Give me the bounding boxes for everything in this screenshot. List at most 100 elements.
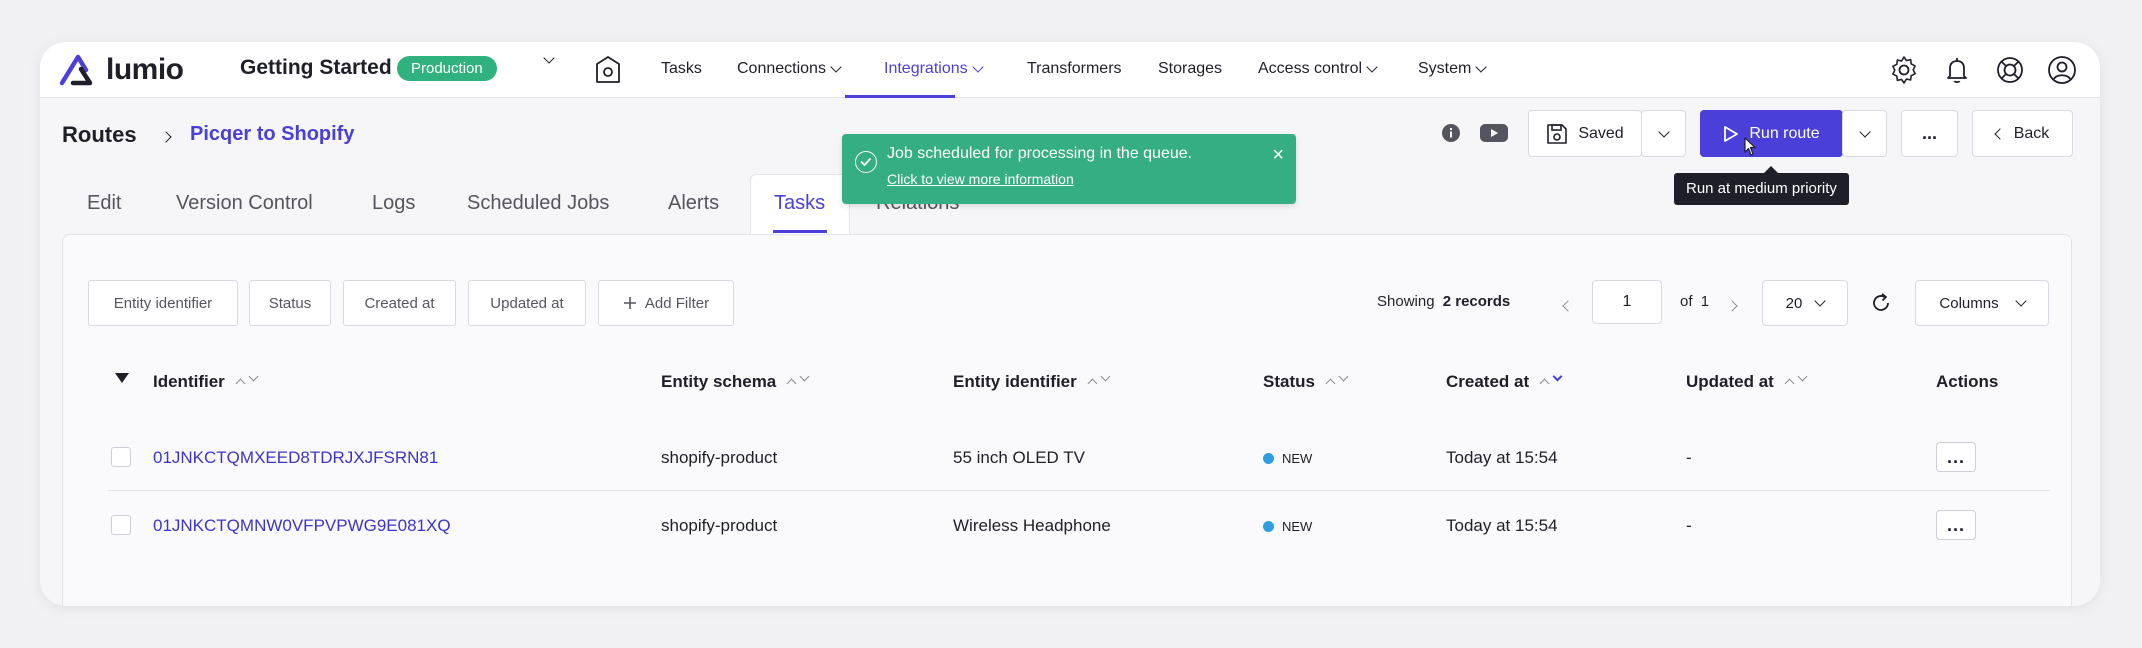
row-created-at: Today at 15:54 xyxy=(1446,448,1558,467)
per-page-select[interactable]: 20 xyxy=(1762,280,1848,326)
column-header-entity-identifier-label: Entity identifier xyxy=(953,372,1077,391)
row-checkbox[interactable] xyxy=(111,447,131,467)
sort-icon[interactable] xyxy=(1087,371,1111,389)
page-number-input[interactable]: 1 xyxy=(1592,280,1662,324)
breadcrumb-root[interactable]: Routes xyxy=(62,122,137,148)
saved-label: Saved xyxy=(1578,124,1624,142)
help-lifebuoy-icon[interactable] xyxy=(1994,54,2026,86)
saved-button[interactable]: Saved xyxy=(1528,110,1642,157)
row-actions-button[interactable]: ... xyxy=(1936,442,1976,472)
environment-title[interactable]: Getting Started xyxy=(240,56,392,80)
environment-badge[interactable]: Production xyxy=(397,56,497,81)
tab-scheduled-jobs[interactable]: Scheduled Jobs xyxy=(467,192,609,215)
toast-message: Job scheduled for processing in the queu… xyxy=(887,145,1193,162)
sort-icon[interactable] xyxy=(235,371,259,389)
nav-storages[interactable]: Storages xyxy=(1158,60,1222,78)
row-identifier-link[interactable]: 01JNKCTQMNW0VFPVPWG9E081XQ xyxy=(153,516,451,536)
more-actions-button[interactable]: ... xyxy=(1901,110,1958,157)
nav-system[interactable]: System xyxy=(1418,60,1488,78)
mouse-cursor-icon xyxy=(1744,137,1756,156)
nav-transformers[interactable]: Transformers xyxy=(1027,60,1122,78)
breadcrumb-separator-chevron-icon xyxy=(160,128,172,146)
column-header-identifier-label: Identifier xyxy=(153,372,225,391)
chevron-left-icon xyxy=(1994,127,2006,140)
tab-alerts[interactable]: Alerts xyxy=(668,192,719,215)
more-actions-ellipsis-icon: ... xyxy=(1921,123,1937,143)
add-filter-button[interactable]: Add Filter xyxy=(598,280,734,326)
column-header-entity-schema[interactable]: Entity schema xyxy=(661,371,810,392)
alumio-logo-mark-icon xyxy=(60,54,93,86)
nav-access-control-label: Access control xyxy=(1258,60,1363,77)
save-options-dropdown-button[interactable] xyxy=(1641,110,1686,157)
logo-text: lumio xyxy=(106,53,184,86)
sort-icon[interactable] xyxy=(1325,371,1349,389)
records-count: Showing 2 records xyxy=(1377,293,1510,310)
run-options-dropdown-button[interactable] xyxy=(1842,110,1887,157)
run-route-button[interactable]: Run route xyxy=(1700,110,1843,157)
nav-transformers-label: Transformers xyxy=(1027,60,1122,77)
gear-icon[interactable] xyxy=(1888,54,1920,86)
row-identifier-link[interactable]: 01JNKCTQMXEED8TDRJXJFSRN81 xyxy=(153,448,438,468)
ellipsis-icon: ... xyxy=(1946,515,1965,535)
bell-icon[interactable] xyxy=(1941,54,1973,86)
nav-tasks[interactable]: Tasks xyxy=(661,60,702,78)
row-status-badge: NEW xyxy=(1263,451,1312,466)
row-entity-schema: shopify-product xyxy=(661,448,778,467)
next-page-chevron-icon[interactable] xyxy=(1726,297,1738,315)
close-icon[interactable]: × xyxy=(1272,144,1284,167)
column-header-entity-identifier[interactable]: Entity identifier xyxy=(953,371,1111,392)
nav-integrations-label: Integrations xyxy=(884,60,968,77)
filter-entity-identifier[interactable]: Entity identifier xyxy=(88,280,238,326)
column-header-created-at[interactable]: Created at xyxy=(1446,371,1563,392)
sort-icon[interactable] xyxy=(786,371,810,389)
row-status-label: NEW xyxy=(1282,519,1313,534)
row-divider xyxy=(108,490,2050,491)
row-actions-button[interactable]: ... xyxy=(1936,510,1976,540)
youtube-video-icon[interactable] xyxy=(1480,123,1508,143)
nav-access-control[interactable]: Access control xyxy=(1258,60,1378,78)
refresh-icon[interactable] xyxy=(1870,292,1892,314)
nav-system-label: System xyxy=(1418,60,1472,77)
row-status-label: NEW xyxy=(1282,451,1313,466)
nav-integrations[interactable]: Integrations xyxy=(884,60,984,78)
tab-tasks[interactable]: Tasks xyxy=(774,192,825,215)
filter-updated-at[interactable]: Updated at xyxy=(468,280,586,326)
user-avatar-icon[interactable] xyxy=(2046,54,2078,86)
chevron-down-icon xyxy=(1657,125,1670,138)
back-button[interactable]: Back xyxy=(1972,110,2073,157)
column-header-created-at-label: Created at xyxy=(1446,372,1530,391)
back-label: Back xyxy=(2013,124,2050,142)
column-header-identifier[interactable]: Identifier xyxy=(153,371,259,392)
info-icon[interactable] xyxy=(1441,123,1461,143)
filter-created-at[interactable]: Created at xyxy=(343,280,456,326)
toast-details-link[interactable]: Click to view more information xyxy=(887,171,1074,187)
active-tab-indicator xyxy=(773,230,827,233)
nav-connections-label: Connections xyxy=(737,60,826,77)
previous-page-chevron-icon[interactable] xyxy=(1562,297,1574,315)
tab-logs[interactable]: Logs xyxy=(372,192,415,215)
app-window: lumio Getting Started Production Tasks C… xyxy=(40,42,2100,606)
environment-dropdown-chevron-icon[interactable] xyxy=(543,52,555,64)
tab-version-control[interactable]: Version Control xyxy=(176,192,313,215)
status-dot-icon xyxy=(1263,521,1274,532)
tab-edit[interactable]: Edit xyxy=(87,192,121,215)
nav-connections[interactable]: Connections xyxy=(737,60,842,78)
row-status-badge: NEW xyxy=(1263,519,1312,534)
row-entity-identifier: Wireless Headphone xyxy=(953,516,1111,535)
filter-status[interactable]: Status xyxy=(249,280,331,326)
columns-select[interactable]: Columns xyxy=(1915,280,2049,326)
showing-label: Showing xyxy=(1377,293,1435,310)
row-updated-at: - xyxy=(1686,516,1692,535)
expand-all-triangle-icon[interactable] xyxy=(114,372,130,384)
check-circle-icon xyxy=(855,151,877,173)
column-header-status-label: Status xyxy=(1263,372,1315,391)
sort-icon[interactable] xyxy=(1784,371,1808,389)
sort-descending-active-icon[interactable] xyxy=(1539,371,1563,389)
column-header-updated-at[interactable]: Updated at xyxy=(1686,371,1808,392)
home-icon[interactable] xyxy=(595,55,621,85)
row-checkbox[interactable] xyxy=(111,515,131,535)
chevron-down-icon xyxy=(2014,295,2027,307)
chevron-down-icon xyxy=(1366,61,1378,73)
alumio-logo[interactable]: lumio xyxy=(60,52,184,88)
column-header-status[interactable]: Status xyxy=(1263,371,1349,392)
